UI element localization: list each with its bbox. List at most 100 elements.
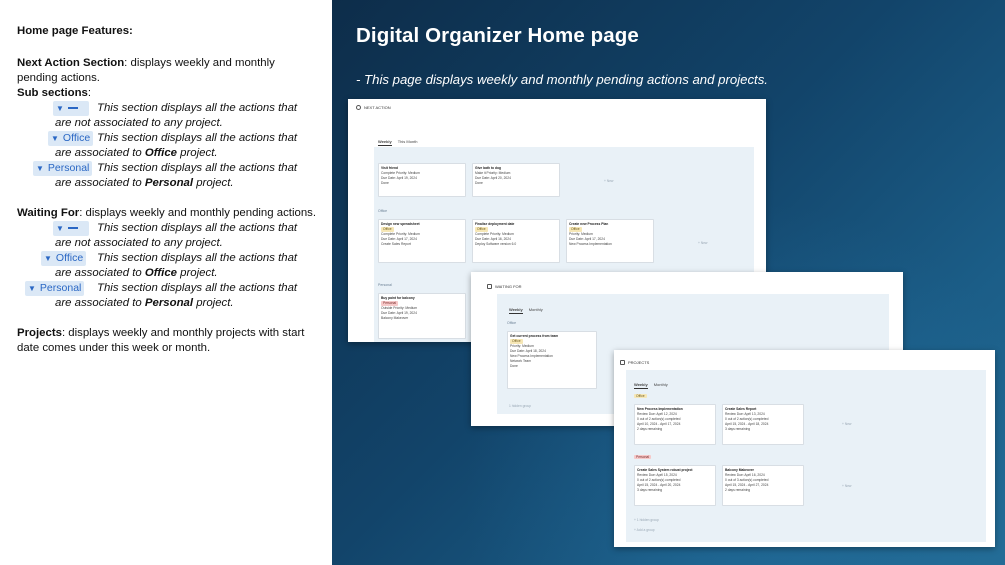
waiting-none-desc: ▼ This section displays all the actions … — [17, 221, 318, 251]
projects-label: Projects — [17, 327, 62, 339]
office-chip: ▼ Office — [41, 251, 87, 266]
desc-line2b: project. — [177, 267, 218, 279]
personal-chip-label: Personal — [47, 162, 90, 174]
card-meta: Done — [510, 364, 518, 368]
features-heading: Home page Features: — [17, 25, 133, 37]
project-card[interactable]: Balcony Makeover Review Due: April 16, 2… — [722, 465, 804, 506]
add-group-button[interactable]: + Add a group — [634, 528, 655, 532]
card-meta: 3 days remaining — [637, 488, 663, 492]
tab-this-month[interactable]: This Month — [398, 139, 418, 146]
card-meta: Done — [381, 181, 389, 185]
desc-line2a: are associated to — [55, 267, 145, 279]
action-card[interactable]: Give bath to dog Make it Priority: Mediu… — [472, 163, 560, 197]
tab-weekly[interactable]: Weekly — [634, 382, 648, 389]
group-office[interactable]: Office — [378, 209, 387, 213]
action-card[interactable]: Design new spreadsheet Office Complete P… — [378, 219, 466, 263]
waiting-for-title: WAITING FOR — [495, 284, 522, 289]
waiting-tabs: Weekly Monthly — [509, 307, 543, 314]
waiting-for-text: : displays weekly and monthly pending ac… — [79, 207, 317, 219]
desc-line2b: project. — [177, 147, 218, 159]
personal-chip: ▼ Personal — [33, 161, 93, 176]
card-meta: Deploy Software version 6.0 — [475, 242, 517, 246]
folder-icon — [620, 360, 625, 365]
projects-title: PROJECTS — [628, 360, 650, 365]
action-card[interactable]: Finalise deployment date Office Complete… — [472, 219, 560, 263]
next-action-office-desc: ▼ Office This section displays all the ac… — [17, 131, 318, 161]
empty-chip-bar — [67, 107, 78, 110]
next-action-label: Next Action Section — [17, 57, 125, 69]
new-button[interactable]: + New — [842, 422, 851, 426]
tab-weekly[interactable]: Weekly — [378, 139, 392, 146]
projects-tabs: Weekly Monthly — [634, 382, 668, 389]
left-panel: Home page Features: Next Action Section:… — [0, 0, 332, 565]
no-project-chip: ▼ — [53, 101, 89, 116]
triangle-down-icon: ▼ — [44, 254, 52, 263]
project-card[interactable]: New Process Implementation Review Due: A… — [634, 404, 716, 445]
action-card[interactable]: Create new Process Plan Office Priority:… — [566, 219, 654, 263]
card-meta: New Process Implementation — [569, 242, 612, 246]
next-action-personal-desc: ▼ Personal This section displays all the … — [17, 161, 318, 191]
personal-chip: ▼ Personal — [25, 281, 85, 296]
triangle-down-icon: ▼ — [51, 134, 59, 143]
desc-line2a: are associated to — [55, 147, 145, 159]
new-button[interactable]: + New — [604, 179, 613, 183]
projects-title-row: PROJECTS — [620, 360, 649, 365]
desc-line1: This section displays all the actions th… — [97, 132, 298, 144]
card-title: Get current process from team — [510, 334, 559, 338]
desc-line1: This section displays all the actions th… — [97, 162, 298, 174]
card-meta: 2 days remaining — [637, 427, 663, 431]
new-button[interactable]: + New — [842, 484, 851, 488]
card-meta: Done — [475, 181, 483, 185]
sub-sections-colon: : — [87, 87, 92, 99]
desc-line1: This section displays all the actions th… — [97, 252, 298, 264]
card-meta: Create Sales Report — [381, 242, 411, 246]
office-chip-label: Office — [62, 132, 91, 144]
office-chip: ▼ Office — [48, 131, 94, 146]
tab-monthly[interactable]: Monthly — [654, 382, 668, 389]
next-action-title-row: NEXT ACTION — [356, 105, 391, 110]
no-project-chip: ▼ — [53, 221, 89, 236]
desc-line2: are not associated to any project. — [55, 117, 223, 129]
triangle-down-icon: ▼ — [56, 104, 64, 113]
action-card[interactable]: Buy paint for balcony Personal Outside P… — [378, 293, 466, 339]
desc-bold: Personal — [144, 297, 194, 309]
tab-weekly[interactable]: Weekly — [509, 307, 523, 314]
group-personal[interactable]: Personal — [634, 455, 652, 459]
projects-board — [626, 370, 986, 542]
next-action-title: NEXT ACTION — [364, 105, 391, 110]
waiting-personal-desc: ▼ Personal This section displays all the … — [17, 281, 318, 311]
hidden-group-toggle[interactable]: 1 hidden group — [509, 404, 531, 408]
projects-screenshot: PROJECTS Weekly Monthly Office New Proce… — [614, 350, 995, 547]
tab-monthly[interactable]: Monthly — [529, 307, 543, 314]
desc-bold: Office — [144, 267, 177, 279]
desc-bold: Office — [144, 147, 177, 159]
card-meta: 3 days remaining — [725, 427, 751, 431]
hidden-group-toggle[interactable]: + 1 hidden group — [634, 518, 659, 522]
waiting-card[interactable]: Get current process from team Office Pri… — [507, 331, 597, 389]
desc-line2a: are associated to — [55, 177, 145, 189]
office-tag: Office — [634, 394, 647, 398]
desc-bold: Personal — [144, 177, 194, 189]
waiting-for-paragraph: Waiting For: displays weekly and monthly… — [17, 206, 318, 221]
desc-line2a: are associated to — [55, 297, 145, 309]
next-action-none-desc: ▼ This section displays all the actions … — [17, 101, 318, 131]
project-card[interactable]: Create Sales Report Review Due: April 13… — [722, 404, 804, 445]
card-meta: 2 days remaining — [725, 488, 751, 492]
waiting-for-title-row: WAITING FOR — [487, 284, 522, 289]
personal-chip-label: Personal — [39, 282, 82, 294]
sub-sections-line: Sub sections: — [17, 86, 318, 101]
triangle-down-icon: ▼ — [56, 224, 64, 233]
group-personal[interactable]: Personal — [378, 283, 392, 287]
slide-title: Digital Organizer Home page — [356, 24, 639, 47]
desc-line2b: project. — [193, 297, 234, 309]
action-card[interactable]: Visit friend Complete Priority: Medium D… — [378, 163, 466, 197]
group-office[interactable]: Office — [634, 394, 647, 398]
desc-line1: This section displays all the actions th… — [97, 222, 298, 234]
sub-sections-label: Sub sections — [17, 87, 88, 99]
project-card[interactable]: Create Sales System robust project Revie… — [634, 465, 716, 506]
desc-line2: are not associated to any project. — [55, 237, 223, 249]
pause-icon — [487, 284, 492, 289]
empty-chip-bar — [67, 227, 78, 230]
new-button[interactable]: + New — [698, 241, 707, 245]
group-office[interactable]: Office — [507, 321, 516, 325]
